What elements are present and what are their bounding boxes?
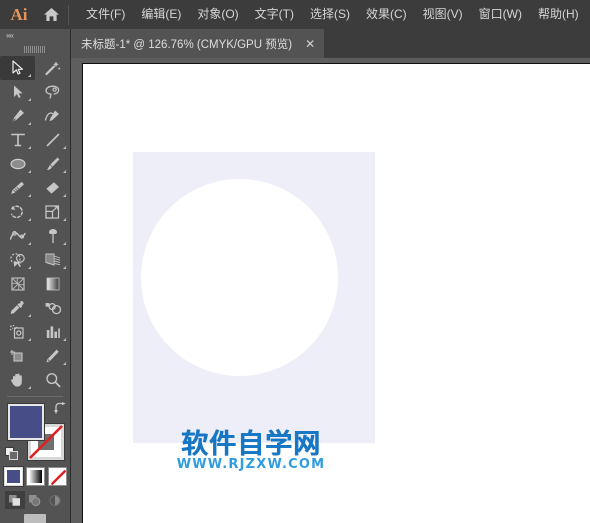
document-tab-bar: 未标题-1* @ 126.76% (CMYK/GPU 预览) ✕ — [71, 29, 590, 58]
watermark-chinese-text: 软件自学网 — [181, 429, 321, 460]
menu-file[interactable]: 文件(F) — [78, 0, 133, 29]
tool-mesh[interactable] — [0, 272, 35, 296]
tool-grid — [0, 56, 70, 392]
tool-eyedropper[interactable] — [0, 296, 35, 320]
menu-bar: Ai 文件(F) 编辑(E) 对象(O) 文字(T) 选择(S) 效果(C) 视… — [0, 0, 590, 29]
draw-normal-button[interactable] — [5, 491, 25, 509]
flyout-corner-icon — [63, 362, 66, 365]
tool-scale[interactable] — [35, 200, 70, 224]
menu-help[interactable]: 帮助(H) — [530, 0, 587, 29]
fill-stroke-control — [0, 400, 70, 464]
menu-view[interactable]: 视图(V) — [415, 0, 471, 29]
tool-blend[interactable] — [35, 296, 70, 320]
document-tab-label: 未标题-1* @ 126.76% (CMYK/GPU 预览) — [81, 38, 293, 51]
grip-dots-icon — [24, 46, 46, 53]
menu-object[interactable]: 对象(O) — [189, 0, 246, 29]
toolbar-divider — [7, 396, 63, 397]
tool-perspective-grid[interactable] — [35, 248, 70, 272]
flyout-corner-icon — [63, 266, 66, 269]
flyout-corner-icon — [28, 266, 31, 269]
none-swatch-button[interactable] — [47, 467, 67, 486]
tool-pencil[interactable] — [0, 176, 35, 200]
draw-inside-button[interactable] — [45, 491, 65, 509]
tool-column-graph[interactable] — [35, 320, 70, 344]
chevron-double-left-icon[interactable]: «« — [6, 32, 14, 40]
tool-direct-selection[interactable] — [0, 80, 35, 104]
color-swatch-inner — [6, 470, 20, 483]
tools-panel: «« — [0, 29, 71, 523]
tool-zoom[interactable] — [35, 368, 70, 392]
tool-pen[interactable] — [0, 104, 35, 128]
gradient-swatch-button[interactable] — [25, 467, 45, 486]
tool-type[interactable] — [0, 128, 35, 152]
flyout-corner-icon — [28, 242, 31, 245]
flyout-corner-icon — [28, 122, 31, 125]
menu-select[interactable]: 选择(S) — [302, 0, 358, 29]
flyout-corner-icon — [28, 74, 31, 77]
flyout-corner-icon — [28, 146, 31, 149]
app-logo: Ai — [10, 4, 28, 24]
menu-window[interactable]: 窗口(W) — [471, 0, 530, 29]
tool-hand[interactable] — [0, 368, 35, 392]
menubar-divider — [68, 4, 69, 25]
tool-width[interactable] — [0, 224, 35, 248]
tool-rotate[interactable] — [0, 200, 35, 224]
flyout-corner-icon — [28, 338, 31, 341]
menu-effect[interactable]: 效果(C) — [358, 0, 415, 29]
home-icon[interactable] — [36, 0, 66, 29]
gradient-swatch-inner — [28, 470, 42, 483]
color-swatch-button[interactable] — [3, 467, 23, 486]
flyout-corner-icon — [63, 170, 66, 173]
fill-swatch[interactable] — [8, 404, 44, 440]
tool-shape-builder[interactable] — [0, 248, 35, 272]
tool-symbol-sprayer[interactable] — [0, 320, 35, 344]
tool-gradient[interactable] — [35, 272, 70, 296]
flyout-corner-icon — [28, 314, 31, 317]
artboard[interactable]: 软件自学网 WWW.RJZXW.COM — [82, 63, 590, 523]
watermark-url-text: WWW.RJZXW.COM — [176, 457, 326, 473]
flyout-corner-icon — [28, 218, 31, 221]
paint-mode-row — [0, 467, 70, 486]
screen-mode-button[interactable] — [24, 514, 46, 523]
tool-paintbrush[interactable] — [35, 152, 70, 176]
document-tab[interactable]: 未标题-1* @ 126.76% (CMYK/GPU 预览) ✕ — [71, 29, 325, 58]
flyout-corner-icon — [63, 242, 66, 245]
toolbar-collapse-header[interactable]: «« — [0, 29, 70, 43]
flyout-corner-icon — [28, 194, 31, 197]
tool-selection[interactable] — [0, 56, 35, 80]
flyout-corner-icon — [63, 218, 66, 221]
toolbar-drag-handle[interactable] — [0, 43, 70, 56]
draw-behind-button[interactable] — [25, 491, 45, 509]
drawing-mode-row — [0, 491, 70, 509]
flyout-corner-icon — [28, 386, 31, 389]
flyout-corner-icon — [63, 146, 66, 149]
swap-fill-stroke-icon[interactable] — [53, 402, 67, 416]
illustrator-window: Ai 文件(F) 编辑(E) 对象(O) 文字(T) 选择(S) 效果(C) 视… — [0, 0, 590, 523]
flyout-corner-icon — [28, 98, 31, 101]
tool-eraser[interactable] — [35, 176, 70, 200]
tool-line-segment[interactable] — [35, 128, 70, 152]
default-fill-stroke-icon[interactable] — [5, 447, 19, 461]
tool-artboard[interactable] — [0, 344, 35, 368]
tool-lasso[interactable] — [35, 80, 70, 104]
close-icon[interactable]: ✕ — [303, 38, 317, 50]
none-slash-icon — [50, 470, 66, 485]
menu-item-list: 文件(F) 编辑(E) 对象(O) 文字(T) 选择(S) 效果(C) 视图(V… — [78, 0, 587, 29]
tool-curvature[interactable] — [35, 104, 70, 128]
tool-slice[interactable] — [35, 344, 70, 368]
screen-mode-row — [0, 514, 70, 523]
watermark: 软件自学网 WWW.RJZXW.COM — [175, 429, 327, 473]
flyout-corner-icon — [63, 194, 66, 197]
white-circle[interactable] — [141, 179, 338, 376]
flyout-corner-icon — [63, 338, 66, 341]
tool-free-transform[interactable] — [35, 224, 70, 248]
menu-edit[interactable]: 编辑(E) — [133, 0, 189, 29]
menu-type[interactable]: 文字(T) — [247, 0, 302, 29]
tool-magic-wand[interactable] — [35, 56, 70, 80]
flyout-corner-icon — [28, 170, 31, 173]
canvas-area[interactable]: 软件自学网 WWW.RJZXW.COM — [71, 58, 590, 523]
tool-ellipse[interactable] — [0, 152, 35, 176]
